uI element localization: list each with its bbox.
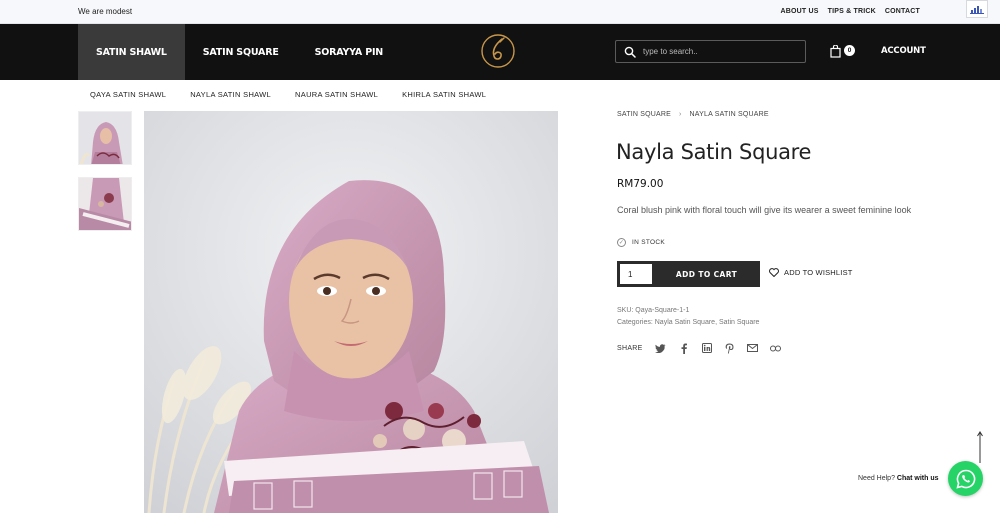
- add-to-cart-form: ADD TO CART: [617, 261, 760, 287]
- stock-label: IN STOCK: [632, 239, 665, 246]
- whatsapp-icon: [955, 469, 975, 489]
- cart-count: 0: [844, 45, 855, 56]
- mail-icon[interactable]: [747, 342, 759, 354]
- categories-label: Categories:: [617, 319, 653, 326]
- product-title: Nayla Satin Square: [616, 140, 812, 164]
- product-description: Coral blush pink with floral touch will …: [617, 205, 912, 215]
- category-link-satin-square[interactable]: Satin Square: [719, 319, 759, 326]
- site-badge[interactable]: [966, 0, 988, 18]
- breadcrumb-separator: ›: [679, 111, 682, 118]
- search-box: [615, 40, 806, 63]
- subnav-khirla-satin-shawl[interactable]: KHIRLA SATIN SHAWL: [402, 90, 486, 99]
- check-icon: ✓: [617, 238, 626, 247]
- top-bar: We are modest ABOUT US TIPS & TRICK CONT…: [0, 0, 1000, 24]
- arrow-up-icon[interactable]: [975, 430, 985, 464]
- subnav-nayla-satin-shawl[interactable]: NAYLA SATIN SHAWL: [190, 90, 271, 99]
- quantity-input[interactable]: [620, 264, 652, 284]
- stock-status: ✓ IN STOCK: [617, 238, 665, 247]
- cart-button[interactable]: 0: [830, 43, 858, 61]
- chat-with-us-text[interactable]: Chat with us: [897, 475, 939, 482]
- add-to-cart-button[interactable]: ADD TO CART: [653, 261, 760, 287]
- subnav-qaya-satin-shawl[interactable]: QAYA SATIN SHAWL: [90, 90, 166, 99]
- tips-trick-link[interactable]: TIPS & TRICK: [828, 8, 876, 15]
- breadcrumb: SATIN SQUARE › NAYLA SATIN SQUARE: [617, 111, 769, 118]
- whatsapp-button[interactable]: [948, 461, 983, 496]
- cart-icon: [830, 45, 841, 58]
- product-sku: SKU: Qaya-Square-1-1: [617, 307, 689, 314]
- product-main-image[interactable]: [144, 111, 558, 513]
- wishlist-label: ADD TO WISHLIST: [784, 268, 853, 277]
- top-links: ABOUT US TIPS & TRICK CONTACT: [780, 8, 920, 15]
- about-us-link[interactable]: ABOUT US: [780, 8, 818, 15]
- tagline: We are modest: [78, 7, 133, 16]
- add-to-wishlist-button[interactable]: ADD TO WISHLIST: [769, 268, 853, 277]
- product-categories: Categories: Nayla Satin Square, Satin Sq…: [617, 319, 760, 326]
- nav-satin-shawl[interactable]: SATIN SHAWL: [78, 24, 185, 80]
- share-bar: SHARE: [617, 342, 793, 354]
- sku-label: SKU:: [617, 307, 634, 314]
- breadcrumb-current[interactable]: NAYLA SATIN SQUARE: [690, 111, 769, 118]
- subnav-naura-satin-shawl[interactable]: NAURA SATIN SHAWL: [295, 90, 378, 99]
- sku-value: Qaya-Square-1-1: [635, 307, 690, 314]
- share-label: SHARE: [617, 344, 643, 352]
- search-icon[interactable]: [624, 46, 636, 58]
- breadcrumb-parent[interactable]: SATIN SQUARE: [617, 111, 671, 118]
- search-input[interactable]: [643, 44, 798, 59]
- product-thumbnail-2[interactable]: [78, 177, 132, 231]
- nav-sorayya-pin[interactable]: SORAYYA PIN: [297, 24, 401, 80]
- product-price: RM79.00: [617, 178, 664, 190]
- pinterest-icon[interactable]: [724, 342, 736, 354]
- chat-prompt: Need Help? Chat with us: [858, 475, 939, 482]
- sub-nav: QAYA SATIN SHAWL NAYLA SATIN SHAWL NAURA…: [0, 80, 1000, 108]
- category-link-nayla-satin-square[interactable]: Nayla Satin Square: [655, 319, 715, 326]
- brand-logo[interactable]: [480, 32, 516, 70]
- facebook-icon[interactable]: [678, 342, 690, 354]
- need-help-text: Need Help?: [858, 475, 895, 482]
- product-thumbnail-1[interactable]: [78, 111, 132, 165]
- contact-link[interactable]: CONTACT: [885, 8, 920, 15]
- twitter-icon[interactable]: [655, 342, 667, 354]
- main-header: SATIN SHAWL SATIN SQUARE SORAYYA PIN 0 A…: [0, 24, 1000, 80]
- main-nav: SATIN SHAWL SATIN SQUARE SORAYYA PIN: [78, 24, 401, 80]
- linkedin-icon[interactable]: [701, 342, 713, 354]
- heart-icon: [769, 268, 779, 277]
- nav-satin-square[interactable]: SATIN SQUARE: [185, 24, 297, 80]
- link-icon[interactable]: [770, 342, 782, 354]
- badge-icon: [970, 6, 984, 14]
- account-link[interactable]: ACCOUNT: [881, 46, 926, 56]
